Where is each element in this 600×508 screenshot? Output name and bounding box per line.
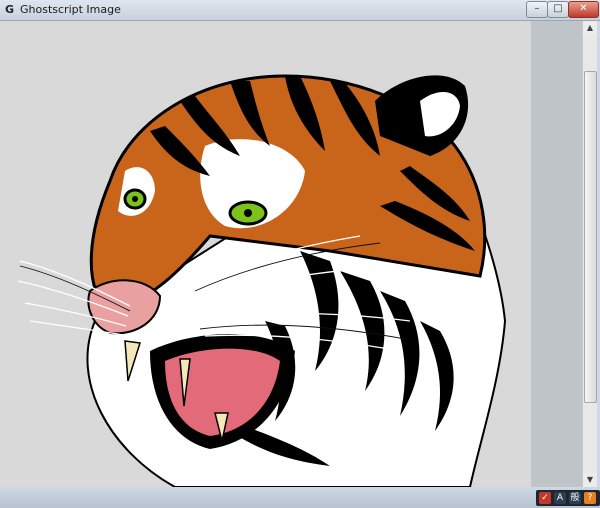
- close-button[interactable]: ✕: [568, 1, 599, 18]
- minimize-button[interactable]: –: [526, 1, 548, 18]
- scroll-up-button[interactable]: ▲: [583, 21, 597, 35]
- system-tray: ✓ A 般 ?: [536, 490, 600, 506]
- maximize-button[interactable]: □: [547, 1, 569, 18]
- window-title: Ghostscript Image: [20, 3, 121, 16]
- input-mode-icon[interactable]: 般: [569, 492, 581, 504]
- ime-icon[interactable]: A: [554, 492, 566, 504]
- viewport-margin: [531, 21, 582, 487]
- scroll-thumb[interactable]: [584, 71, 597, 403]
- image-viewport: [0, 21, 531, 487]
- help-icon[interactable]: ?: [584, 492, 596, 504]
- vertical-scrollbar[interactable]: ▲ ▼: [582, 21, 597, 487]
- scroll-down-button[interactable]: ▼: [583, 473, 597, 487]
- check-icon[interactable]: ✓: [539, 492, 551, 504]
- app-icon: G: [4, 3, 15, 16]
- tiger-image: [17, 74, 507, 487]
- taskbar: ✓ A 般 ?: [0, 487, 600, 508]
- title-bar: G Ghostscript Image – □ ✕: [0, 0, 600, 21]
